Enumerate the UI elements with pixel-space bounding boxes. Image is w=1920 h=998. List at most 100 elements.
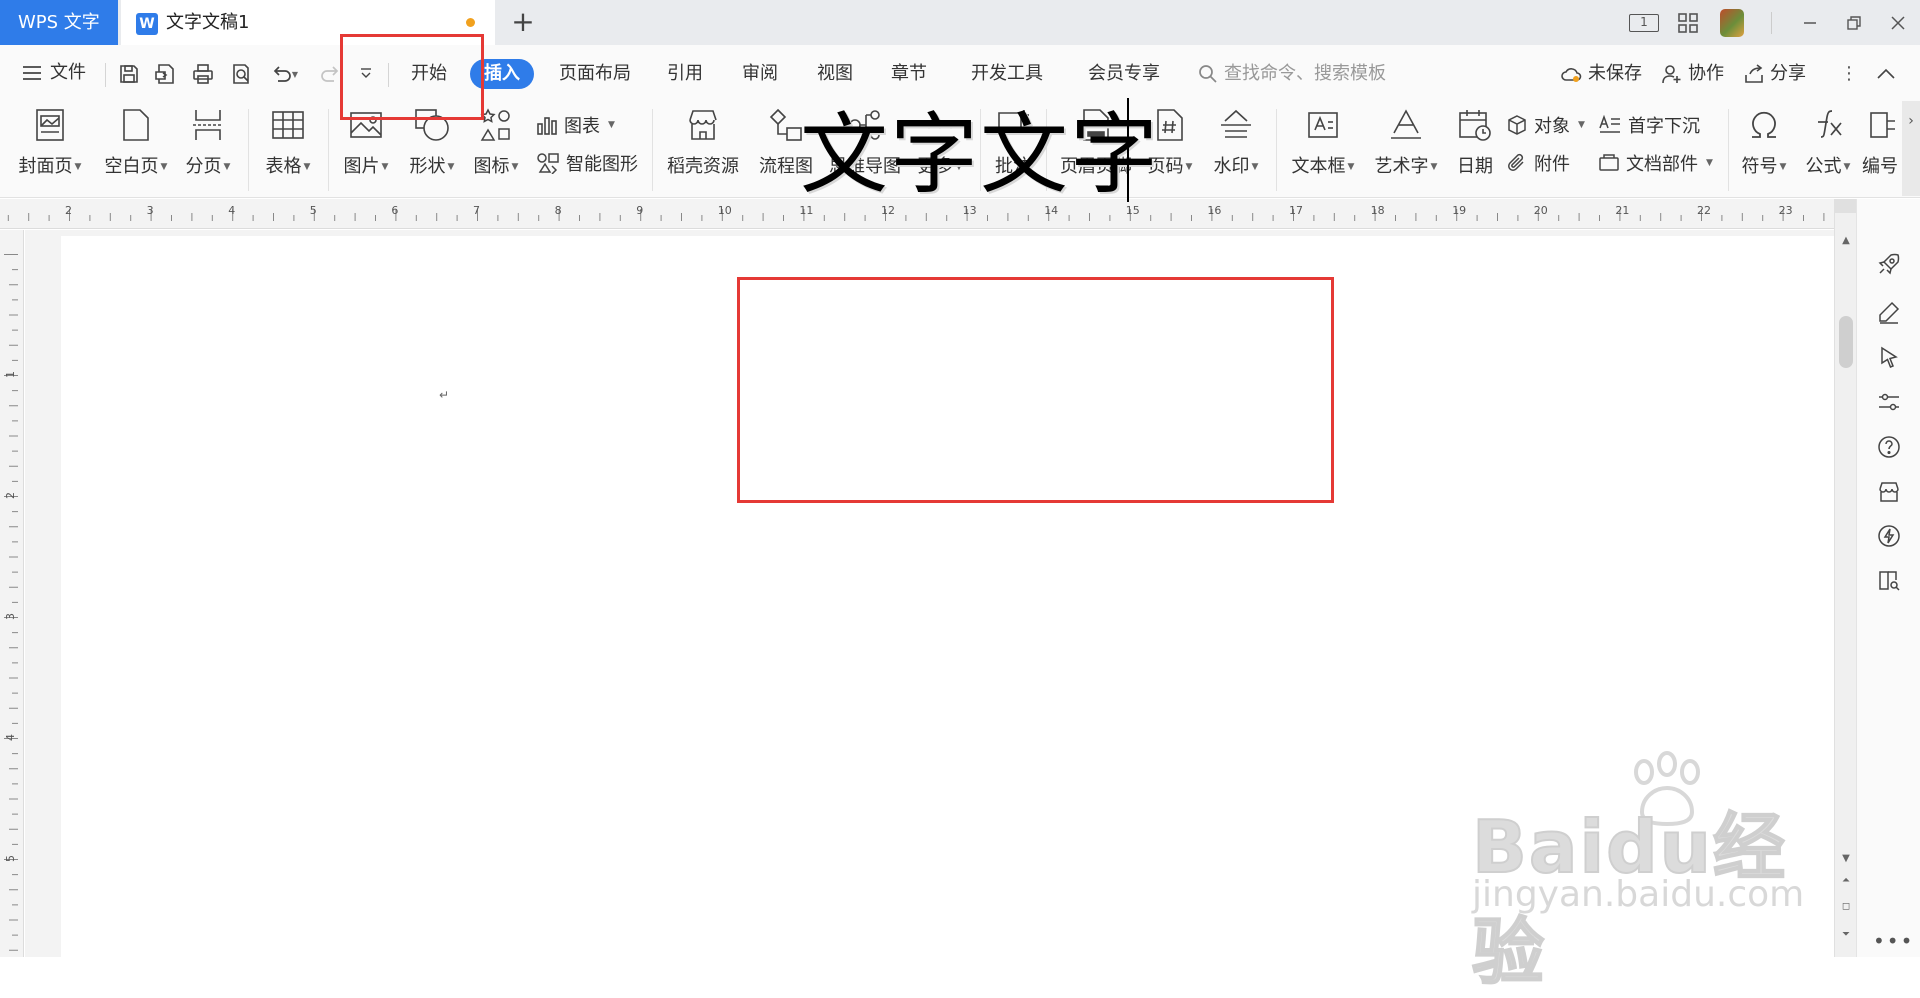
cover-page-button[interactable]: 封面页 ▼ (14, 105, 86, 181)
vertical-ruler-number: 4 (4, 734, 17, 741)
ruler-toggle-button[interactable] (1835, 199, 1857, 213)
smart-graphic-label: 智能图形 (566, 154, 638, 175)
save-icon[interactable] (114, 59, 144, 89)
attachment-button[interactable]: 附件 (1506, 148, 1570, 178)
export-pdf-icon[interactable] (150, 59, 180, 89)
paperclip-icon (1508, 153, 1524, 171)
picture-label: 图片 (343, 156, 380, 177)
date-button[interactable]: 日期 (1450, 105, 1500, 181)
pen-edit-icon[interactable] (1874, 297, 1904, 327)
ruler-number: 22 (1697, 204, 1711, 217)
wordart-button[interactable]: 艺术字 ▼ (1370, 105, 1442, 181)
more-options-icon[interactable]: ⋮ (1840, 59, 1858, 89)
scrollbar-thumb[interactable] (1839, 316, 1853, 368)
drop-cap-button[interactable]: 首字下沉 (1598, 110, 1700, 140)
blank-page-icon (123, 109, 149, 141)
scroll-up-arrow-icon[interactable]: ▲ (1835, 235, 1857, 246)
text-box-label: 文本框 (1291, 156, 1346, 177)
ruler-number: 21 (1615, 204, 1630, 217)
bar-chart-icon (537, 117, 557, 135)
cover-page-label: 封面页 (18, 156, 73, 177)
ruler-number: 20 (1533, 204, 1548, 217)
command-search-box[interactable]: 查找命令、搜索模板 (1198, 59, 1386, 89)
ruler-number: 19 (1452, 204, 1467, 217)
share-label: 分享 (1770, 63, 1806, 84)
formula-button[interactable]: 公式 ▼ (1800, 105, 1856, 181)
share-button[interactable]: 分享 (1744, 59, 1806, 89)
document-body-text[interactable]: 文字文字 (800, 100, 1160, 210)
smart-graphic-button[interactable]: 智能图形 (536, 148, 638, 178)
smart-graphic-icon (537, 153, 559, 174)
text-box-button[interactable]: 文本框 ▼ (1286, 105, 1360, 181)
object-button[interactable]: 对象 ▼ (1506, 110, 1585, 140)
adjust-settings-icon[interactable] (1874, 387, 1904, 417)
tab-references[interactable]: 引用 (660, 59, 710, 89)
app-tab[interactable]: WPS 文字 (0, 0, 118, 45)
vertical-ruler[interactable]: 1 2 3 4 5 (0, 230, 24, 957)
page-count-badge: 1 (1629, 13, 1659, 32)
print-preview-icon[interactable] (226, 59, 256, 89)
daoke-resources-button[interactable]: 稻壳资源 (664, 105, 742, 181)
help-question-icon[interactable] (1874, 432, 1904, 462)
watermark-url: jingyan.baidu.com (1472, 874, 1805, 915)
select-cursor-icon[interactable] (1874, 342, 1904, 372)
shape-label: 形状 (409, 156, 446, 177)
lightning-icon[interactable] (1874, 521, 1904, 551)
scroll-down-arrow-icon[interactable]: ▼ (1835, 853, 1857, 864)
restore-button[interactable] (1832, 0, 1876, 45)
collaborate-label: 协作 (1688, 63, 1724, 84)
rocket-icon[interactable] (1874, 249, 1904, 279)
numbering-icon (1870, 112, 1895, 138)
tab-view[interactable]: 视图 (810, 59, 860, 89)
ruler-number: 18 (1370, 204, 1385, 217)
next-page-icon[interactable]: ⏷ (1835, 929, 1857, 940)
tab-page-layout[interactable]: 页面布局 (553, 59, 637, 89)
tab-developer-tools[interactable]: 开发工具 (962, 59, 1052, 89)
ruler-number: 9 (636, 204, 644, 217)
side-panel-more-icon[interactable]: ••• (1873, 929, 1914, 953)
book-search-icon[interactable] (1874, 565, 1904, 595)
unsaved-cloud-button[interactable]: 未保存 (1560, 59, 1642, 89)
close-window-button[interactable] (1876, 0, 1920, 45)
separator (652, 109, 653, 191)
drop-cap-label: 首字下沉 (1628, 116, 1700, 137)
ribbon-scroll-right-button[interactable]: › (1902, 101, 1920, 196)
vertical-scrollbar[interactable]: ▲ ▼ ⏶ ◻ ⏷ (1834, 199, 1857, 957)
collaborate-button[interactable]: 协作 (1662, 59, 1724, 89)
page-break-button[interactable]: 分页 ▼ (180, 105, 236, 181)
page-number-icon (1157, 109, 1183, 141)
date-label: 日期 (1457, 156, 1493, 177)
tab-chapter[interactable]: 章节 (884, 59, 934, 89)
minimize-button[interactable] (1788, 0, 1832, 45)
page-break-label: 分页 (185, 156, 222, 177)
document-parts-label: 文档部件 (1626, 154, 1698, 175)
document-parts-button[interactable]: 文档部件 ▼ (1598, 148, 1713, 178)
select-browse-object-icon[interactable]: ◻ (1835, 901, 1857, 912)
unsaved-indicator-dot (466, 18, 475, 27)
store-icon[interactable] (1874, 477, 1904, 507)
undo-button[interactable]: ▼ (264, 59, 304, 89)
collapse-ribbon-icon[interactable] (1876, 59, 1896, 89)
table-button[interactable]: 表格 ▼ (258, 105, 318, 181)
page-view-button[interactable]: 1 (1622, 0, 1666, 45)
new-tab-button[interactable]: + (508, 6, 538, 38)
watermark-button[interactable]: 水印 ▼ (1208, 105, 1264, 181)
symbol-button[interactable]: 符号 ▼ (1736, 105, 1792, 181)
user-avatar[interactable] (1710, 0, 1754, 45)
chart-button[interactable]: 图表 ▼ (536, 110, 615, 140)
daoke-resources-label: 稻壳资源 (667, 156, 739, 177)
print-icon[interactable] (188, 59, 218, 89)
ruler-number: 10 (717, 204, 732, 217)
file-menu-button[interactable]: 文件 (22, 57, 86, 89)
cloud-icon (1561, 68, 1582, 82)
tab-member-exclusive[interactable]: 会员专享 (1086, 59, 1162, 89)
tab-review[interactable]: 审阅 (735, 59, 785, 89)
menu-row: 文件 ▼ 开始 插入 页面布局 引用 审阅 视图 章节 开发工具 会员专享 查找… (0, 45, 1920, 101)
previous-page-icon[interactable]: ⏶ (1835, 875, 1857, 886)
blank-page-button[interactable]: 空白页 ▼ (100, 105, 172, 181)
search-placeholder: 查找命令、搜索模板 (1224, 63, 1386, 84)
wps-writer-icon: W (136, 13, 158, 35)
ruler-number: 5 (309, 204, 317, 217)
apps-grid-icon[interactable] (1666, 0, 1710, 45)
text-cursor (1127, 98, 1129, 202)
